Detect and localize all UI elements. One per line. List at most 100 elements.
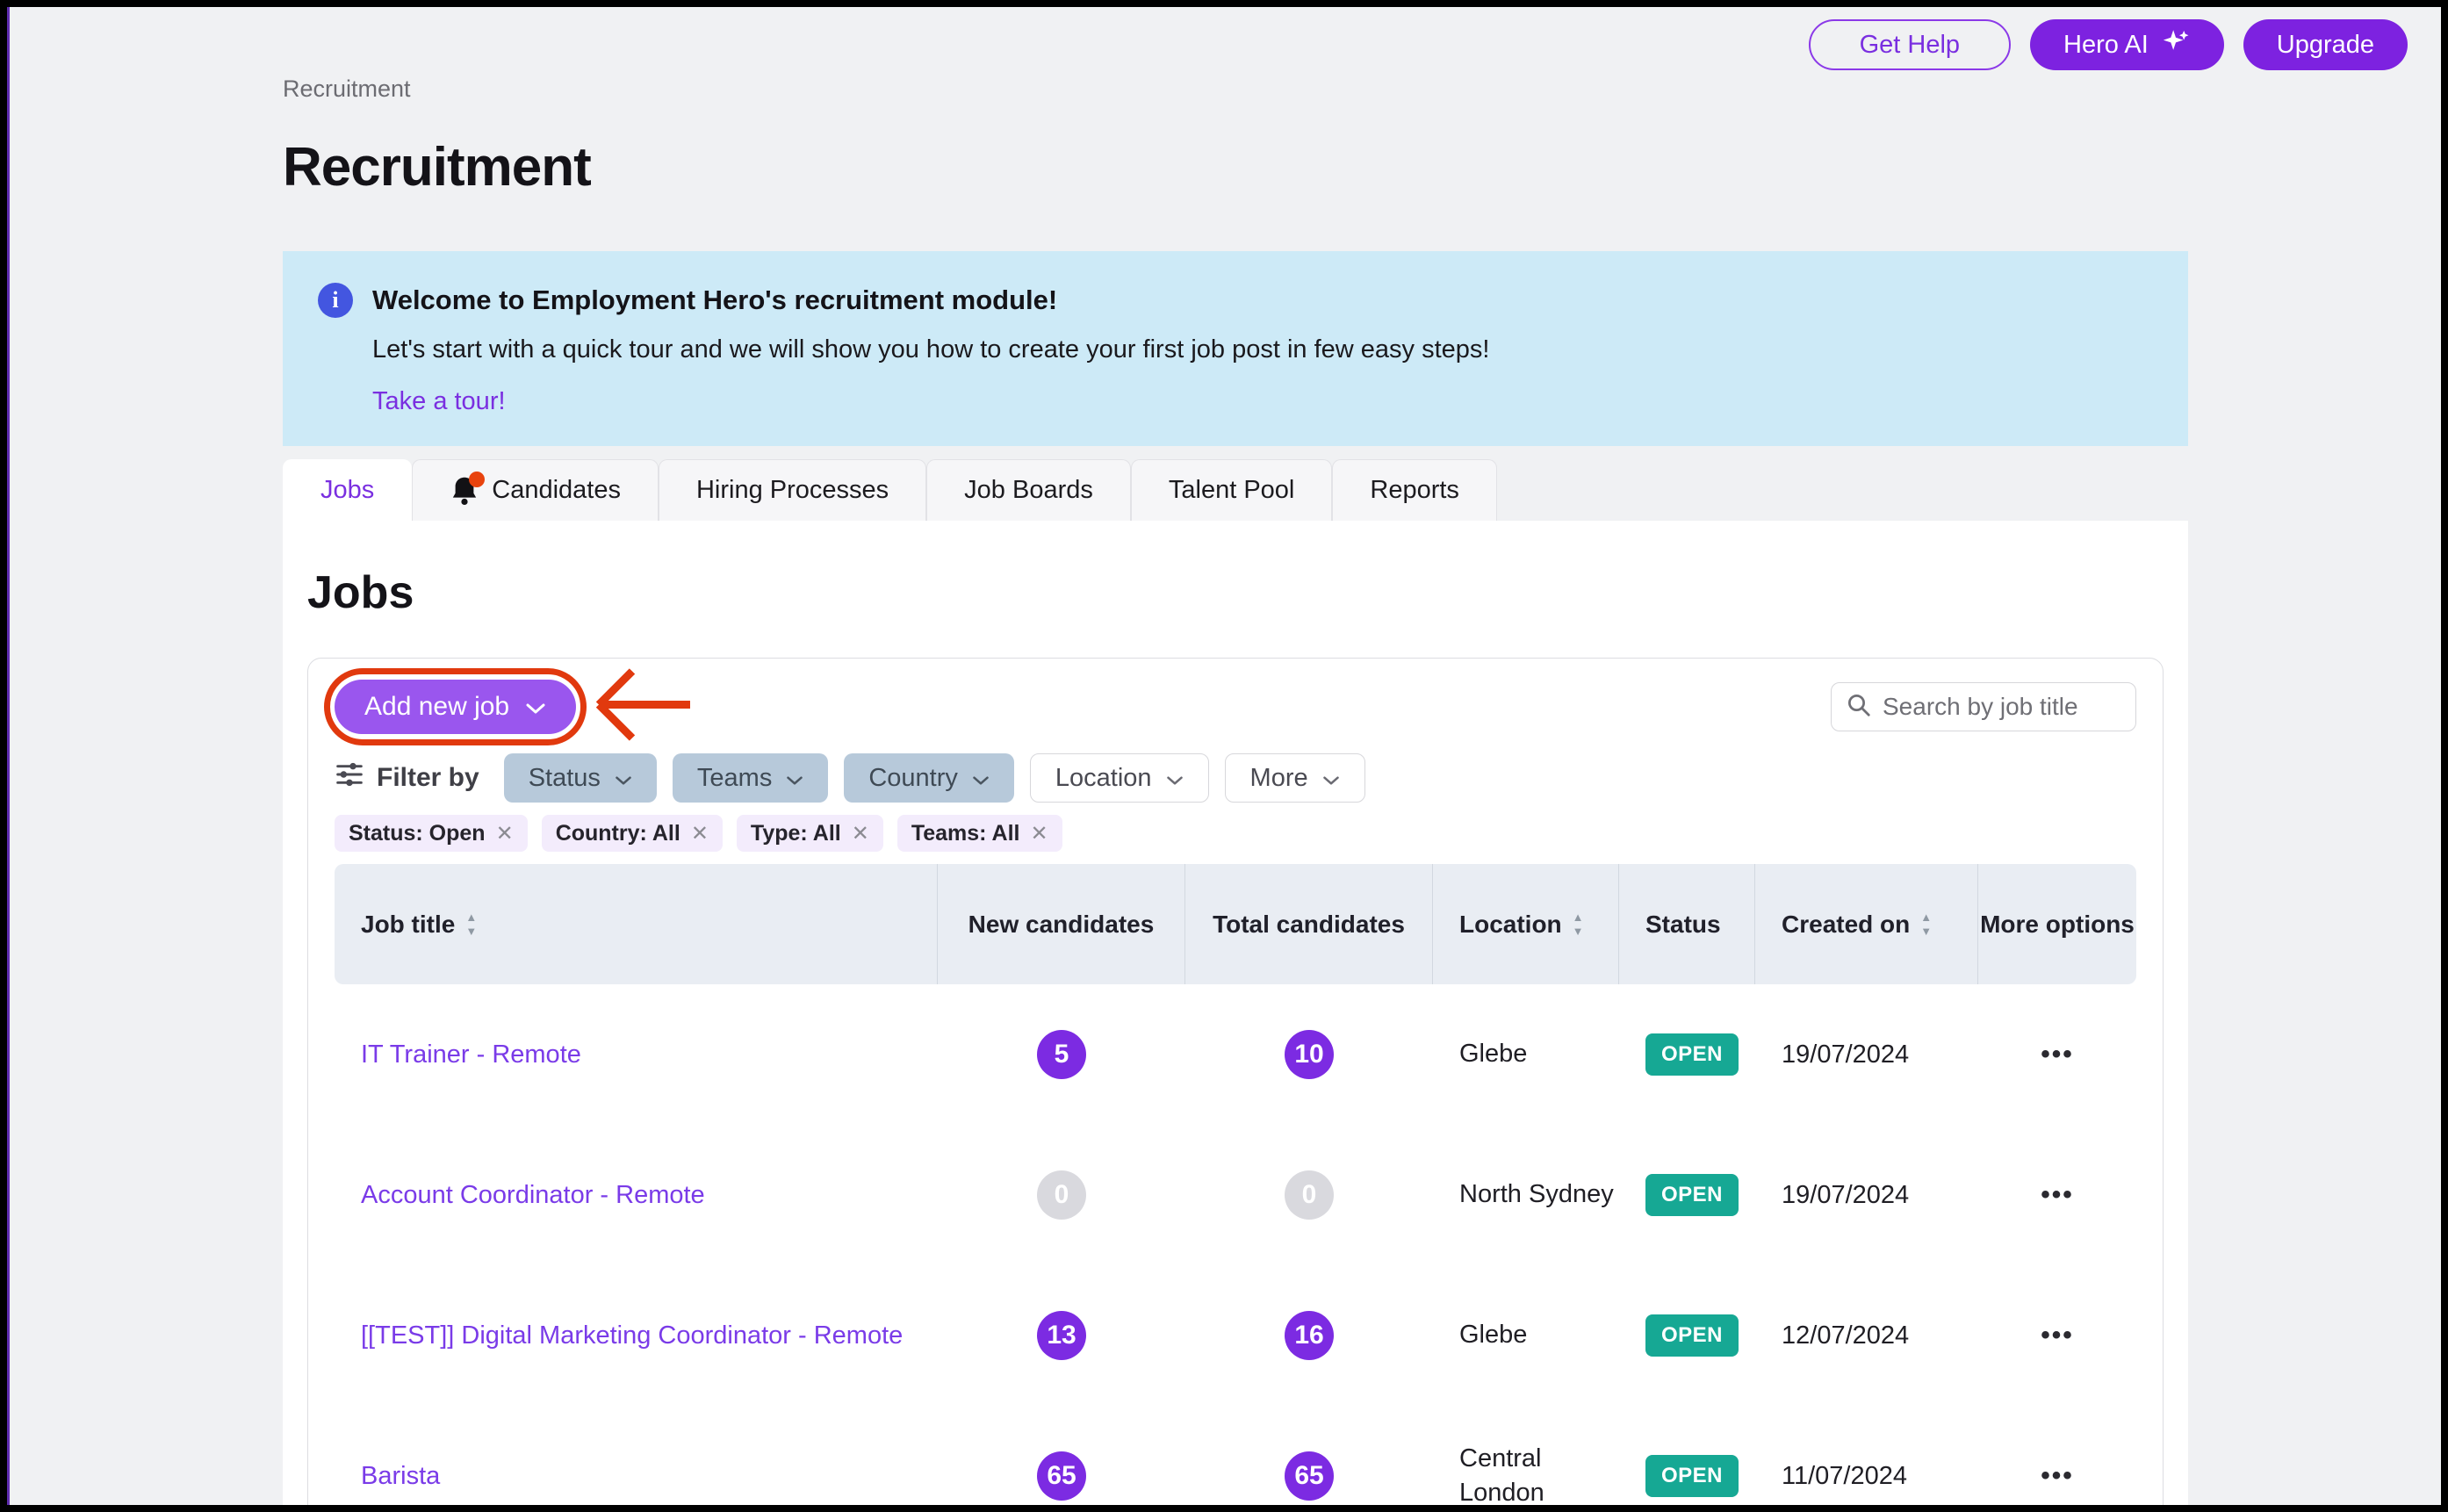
tab-candidates-label: Candidates [492, 476, 621, 505]
tab-jobs[interactable]: Jobs [283, 459, 412, 521]
close-icon[interactable]: ✕ [691, 821, 709, 846]
job-title-link[interactable]: [[TEST]] Digital Marketing Coordinator -… [361, 1321, 903, 1350]
app-window: Get Help Hero AI Upgrade Recruitment Rec… [0, 0, 2448, 1512]
filter-row: Filter by Status Teams Country [335, 753, 2136, 803]
topbar: Get Help Hero AI Upgrade [1809, 19, 2408, 70]
bell-icon [450, 475, 479, 507]
table-row: Barista 65 65 Central London OPEN 11/07/… [335, 1406, 2136, 1512]
filter-teams-button[interactable]: Teams [673, 753, 828, 803]
status-badge: OPEN [1645, 1455, 1739, 1497]
chip-status-open[interactable]: Status: Open ✕ [335, 815, 528, 852]
status-badge: OPEN [1645, 1314, 1739, 1357]
new-candidates-badge: 5 [1037, 1030, 1086, 1079]
welcome-banner: i Welcome to Employment Hero's recruitme… [283, 251, 2188, 446]
table-row: Account Coordinator - Remote 0 0 North S… [335, 1125, 2136, 1265]
left-accent-line [7, 7, 10, 1505]
chip-country-all[interactable]: Country: All ✕ [542, 815, 723, 852]
close-icon[interactable]: ✕ [1030, 821, 1048, 846]
status-badge: OPEN [1645, 1033, 1739, 1076]
job-location: Glebe [1433, 1265, 1619, 1406]
add-new-job-button[interactable]: Add new job [335, 680, 576, 734]
filter-by-label: Filter by [335, 760, 479, 796]
filter-country-button[interactable]: Country [844, 753, 1014, 803]
tab-talent-pool[interactable]: Talent Pool [1131, 459, 1333, 521]
take-a-tour-link[interactable]: Take a tour! [372, 387, 506, 416]
jobs-card: Add new job [307, 658, 2164, 1512]
more-options-button[interactable]: ••• [2041, 1040, 2074, 1069]
chevron-down-icon [972, 764, 990, 793]
new-candidates-badge: 13 [1037, 1311, 1086, 1360]
sort-icon: ▲▼ [465, 911, 477, 937]
job-title-link[interactable]: Barista [361, 1462, 440, 1491]
table-row: [[TEST]] Digital Marketing Coordinator -… [335, 1265, 2136, 1406]
banner-body: Let's start with a quick tour and we wil… [372, 335, 2153, 364]
status-badge: OPEN [1645, 1174, 1739, 1216]
created-on-date: 19/07/2024 [1755, 1125, 1978, 1265]
col-new-candidates: New candidates [938, 864, 1185, 984]
job-title-link[interactable]: IT Trainer - Remote [361, 1040, 581, 1069]
annotation-arrow-icon [592, 663, 695, 752]
tab-bar: Jobs Candidates Hiring Processes Job Boa… [283, 459, 2188, 521]
active-filter-chips: Status: Open ✕ Country: All ✕ Type: All … [335, 815, 2136, 852]
tab-candidates[interactable]: Candidates [412, 459, 659, 521]
hero-ai-button[interactable]: Hero AI [2030, 19, 2224, 70]
jobs-panel: Jobs Add new job [283, 521, 2188, 1512]
new-candidates-badge: 65 [1037, 1451, 1086, 1501]
job-location: Glebe [1433, 984, 1619, 1125]
col-more-options: More options [1978, 864, 2136, 984]
close-icon[interactable]: ✕ [852, 821, 869, 846]
search-icon [1846, 692, 1872, 723]
more-options-button[interactable]: ••• [2041, 1180, 2074, 1210]
page-title: Recruitment [283, 136, 2188, 198]
chip-type-all[interactable]: Type: All ✕ [737, 815, 883, 852]
job-location: Central London [1433, 1406, 1619, 1512]
chevron-down-icon [786, 764, 803, 793]
close-icon[interactable]: ✕ [496, 821, 514, 846]
new-candidates-badge: 0 [1037, 1170, 1086, 1220]
tab-reports[interactable]: Reports [1332, 459, 1497, 521]
tab-job-boards[interactable]: Job Boards [926, 459, 1131, 521]
created-on-date: 11/07/2024 [1755, 1406, 1978, 1512]
add-new-job-label: Add new job [364, 692, 509, 722]
info-icon: i [318, 283, 353, 318]
col-job-title[interactable]: Job title ▲▼ [335, 864, 938, 984]
total-candidates-badge: 65 [1285, 1451, 1334, 1501]
col-location[interactable]: Location ▲▼ [1433, 864, 1619, 984]
more-options-button[interactable]: ••• [2041, 1461, 2074, 1491]
hero-ai-label: Hero AI [2063, 31, 2149, 60]
chip-teams-all[interactable]: Teams: All ✕ [897, 815, 1062, 852]
job-title-link[interactable]: Account Coordinator - Remote [361, 1181, 705, 1210]
upgrade-button[interactable]: Upgrade [2243, 19, 2408, 70]
filter-status-button[interactable]: Status [504, 753, 657, 803]
sliders-icon [335, 760, 364, 796]
created-on-date: 12/07/2024 [1755, 1265, 1978, 1406]
filter-more-button[interactable]: More [1225, 753, 1365, 803]
tab-hiring-processes[interactable]: Hiring Processes [659, 459, 926, 521]
banner-title: Welcome to Employment Hero's recruitment… [372, 281, 1057, 318]
table-header: Job title ▲▼ New candidates Total candid… [335, 864, 2136, 984]
col-total-candidates: Total candidates [1185, 864, 1433, 984]
job-search [1831, 682, 2136, 731]
notification-dot [469, 472, 485, 487]
job-location: North Sydney [1433, 1125, 1619, 1265]
total-candidates-badge: 0 [1285, 1170, 1334, 1220]
sort-icon: ▲▼ [1573, 911, 1584, 937]
get-help-button[interactable]: Get Help [1809, 19, 2011, 70]
chevron-down-icon [615, 764, 632, 793]
total-candidates-badge: 10 [1285, 1030, 1334, 1079]
col-status: Status [1619, 864, 1755, 984]
created-on-date: 19/07/2024 [1755, 984, 1978, 1125]
filter-location-button[interactable]: Location [1030, 753, 1209, 803]
table-row: IT Trainer - Remote 5 10 Glebe OPEN 19/0… [335, 984, 2136, 1125]
col-created-on[interactable]: Created on ▲▼ [1755, 864, 1978, 984]
jobs-section-title: Jobs [307, 566, 2164, 619]
chevron-down-icon [525, 692, 546, 722]
main-content: Recruitment Recruitment i Welcome to Emp… [7, 7, 2188, 1512]
search-input[interactable] [1883, 693, 2121, 721]
sparkle-icon [2161, 26, 2191, 63]
breadcrumb[interactable]: Recruitment [283, 76, 2188, 103]
chevron-down-icon [1166, 764, 1184, 793]
chevron-down-icon [1322, 764, 1340, 793]
total-candidates-badge: 16 [1285, 1311, 1334, 1360]
more-options-button[interactable]: ••• [2041, 1321, 2074, 1350]
